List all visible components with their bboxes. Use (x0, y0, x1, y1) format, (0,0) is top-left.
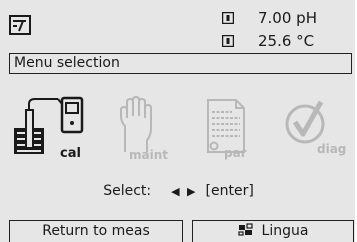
lingua-softkey[interactable]: Lingua (192, 220, 354, 242)
measurement-mode-icon (9, 15, 31, 35)
menu-item-diag[interactable]: diag (285, 96, 355, 166)
menu-item-cal[interactable]: cal (12, 96, 92, 166)
menu-item-label: cal (60, 146, 81, 161)
sensor-icon (222, 12, 234, 24)
sensor-icon (222, 35, 234, 47)
menu-item-label: maint (129, 148, 168, 162)
left-right-arrows-icon: ◀ ▶ (171, 185, 198, 198)
navigation-hint: Select: ◀ ▶ [enter] (0, 183, 357, 199)
language-icon (237, 223, 253, 236)
menu-item-par[interactable]: par (200, 96, 265, 166)
hint-prefix: Select: (103, 183, 152, 199)
hint-key: [enter] (205, 183, 254, 199)
ph-value: 7.00 pH (258, 9, 317, 27)
menu-item-maint[interactable]: maint (115, 96, 180, 166)
softkey-label: Return to meas (42, 223, 150, 239)
menu-title: Menu selection (9, 53, 352, 74)
menu-item-label: diag (317, 142, 347, 156)
menu-item-label: par (224, 146, 247, 160)
device-screen: 7.00 pH 25.6 °C Menu selection cal maint… (0, 0, 357, 242)
temperature-value: 25.6 °C (258, 32, 315, 50)
softkey-label: Lingua (261, 223, 309, 239)
return-to-meas-softkey[interactable]: Return to meas (9, 220, 183, 242)
